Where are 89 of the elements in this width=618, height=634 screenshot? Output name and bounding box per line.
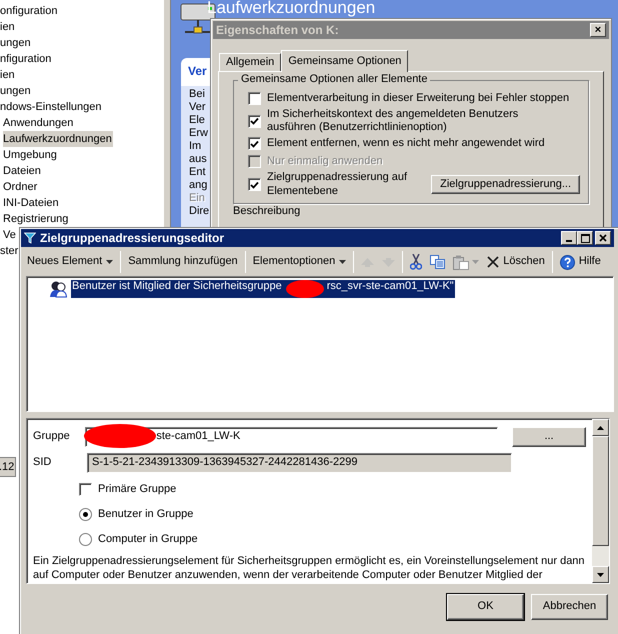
filter-icon [24, 232, 36, 244]
tree-item[interactable]: onfiguration [0, 3, 58, 19]
checkbox-label: Element entfernen, wenn es nicht mehr angewendet wird [267, 137, 545, 150]
checkbox-label: Primäre Gruppe [98, 482, 176, 496]
sid-field: S-1-5-21-2343913309-1363945327-2442281436-2299 [87, 453, 512, 473]
window-title: Zielgruppenadressierungseditor [40, 230, 226, 246]
tree-item[interactable]: Dateien [3, 163, 42, 179]
group-title: Gemeinsame Optionen aller Elemente [238, 73, 430, 86]
menu-button[interactable]: Elementoptionen [250, 253, 350, 271]
users-icon [49, 280, 67, 298]
cancel-button[interactable]: Abbrechen [531, 594, 608, 620]
caret-icon [106, 260, 114, 264]
pane-splitter[interactable] [163, 0, 171, 227]
card-text: ang [189, 179, 208, 192]
scrollbar[interactable] [592, 419, 609, 583]
checkbox-label: Nur einmalig anwenden [267, 155, 383, 168]
tree-item[interactable]: ien [0, 19, 16, 35]
tree-item[interactable]: Ordner [3, 179, 38, 195]
field-label: SID [33, 456, 52, 470]
item-text: Benutzer ist Mitglied der Sicherheitsgruppe [72, 280, 282, 294]
section-label: Beschreibung [233, 204, 300, 218]
browse-button[interactable]: ... [512, 427, 586, 447]
tree-item[interactable]: INI-Dateien [3, 195, 60, 211]
ok-button[interactable]: OK [447, 594, 524, 620]
tree-item[interactable]: Registrierung [3, 211, 70, 227]
radio-button[interactable] [79, 508, 92, 521]
card-text: Im [189, 140, 202, 153]
checkbox[interactable] [248, 92, 261, 105]
checkbox-label: Elementverarbeitung in dieser Erweiterung bei Fehler stoppen [267, 92, 570, 106]
item-text: rsc_svr-ste-cam01_LW-K" [326, 280, 454, 294]
card-text: Bei [189, 88, 206, 101]
scissors-icon [410, 254, 422, 270]
maximize-icon [580, 234, 590, 242]
close-icon [487, 256, 500, 268]
check-icon [250, 117, 259, 126]
scroll-thumb[interactable] [592, 436, 609, 546]
tree-item[interactable]: Anwendungen [3, 115, 74, 131]
card-text: Ent [189, 166, 207, 179]
tree-item[interactable]: Umgebung [3, 147, 58, 163]
tab[interactable]: Allgemein [219, 53, 282, 71]
radio-button[interactable] [79, 533, 92, 546]
tree-item[interactable]: nfiguration [0, 51, 52, 67]
checkbox-label: Zielgruppenadressierung auf Elementebene [267, 171, 408, 198]
tab[interactable]: Gemeinsame Optionen [281, 50, 408, 72]
help-icon [560, 254, 575, 270]
close-button[interactable]: × [590, 23, 606, 37]
card-text: aus [189, 153, 208, 166]
minimize-button[interactable] [561, 231, 577, 245]
tree-item[interactable]: ndows-Einstellungen [0, 99, 103, 115]
toolbar-button[interactable]: Sammlung hinzufügen [125, 253, 241, 271]
checkbox[interactable] [248, 178, 261, 192]
menu-button[interactable]: Neues Element [24, 253, 116, 271]
checkbox[interactable] [248, 114, 261, 128]
tree-item[interactable]: Ve [3, 227, 17, 243]
close-icon [599, 234, 607, 242]
copy-icon [430, 255, 446, 269]
down-arrow-icon [597, 572, 604, 576]
delete-button[interactable]: Löschen [484, 253, 548, 271]
radio-label: Benutzer in Gruppe [98, 508, 194, 522]
list-item[interactable]: Benutzer ist Mitglied der Sicherheitsgruppe rsc_svr-ste-cam01_LW-K" [71, 280, 455, 298]
caret-icon [339, 260, 346, 264]
tree-item[interactable]: Laufwerkzuordnungen [3, 131, 113, 147]
help-button[interactable]: Hilfe [556, 252, 604, 272]
caret-icon [472, 260, 480, 264]
clipboard-icon [453, 254, 470, 270]
tree-item[interactable]: ster [0, 243, 20, 259]
tree-item[interactable]: ien [0, 67, 16, 83]
checkbox-label: Im Sicherheitskontext des angemeldeten Benutzers ausführen (Benutzerrichtlinienoption) [267, 108, 520, 134]
targeting-button[interactable]: Zielgruppenadressierung... [431, 174, 580, 194]
group-field[interactable]: ste-cam01_LW-K [85, 427, 498, 447]
card-text: Ele [189, 114, 206, 127]
card-text: Erw [189, 127, 209, 140]
close-button[interactable] [595, 231, 611, 245]
maximize-button[interactable] [577, 231, 593, 245]
field-label: Gruppe [33, 430, 71, 444]
scroll-down-button[interactable] [592, 566, 609, 583]
checkbox[interactable] [248, 137, 261, 150]
redaction-mark [286, 280, 324, 298]
window-title: Eigenschaften von K: [216, 22, 340, 38]
card-text: Ver [189, 101, 207, 114]
check-icon [250, 140, 259, 148]
tree-item[interactable]: ungen [0, 83, 32, 99]
check-icon [250, 180, 259, 189]
radio-label: Computer in Gruppe [98, 532, 198, 546]
up-arrow-icon [597, 426, 604, 430]
card-text: Ein [189, 192, 206, 205]
description-text: Ein Zielgruppenadressierungselement für Sicherheitsgruppen ermöglicht es, ein Voreinstellungselement nur dann auf Computer oder Benutzer anzuwenden, wenn der verarbeitende Computer oder Benutzer Mitglied der [33, 554, 586, 582]
scroll-up-button[interactable] [592, 419, 609, 436]
tree-item[interactable]: ungen [0, 35, 32, 51]
